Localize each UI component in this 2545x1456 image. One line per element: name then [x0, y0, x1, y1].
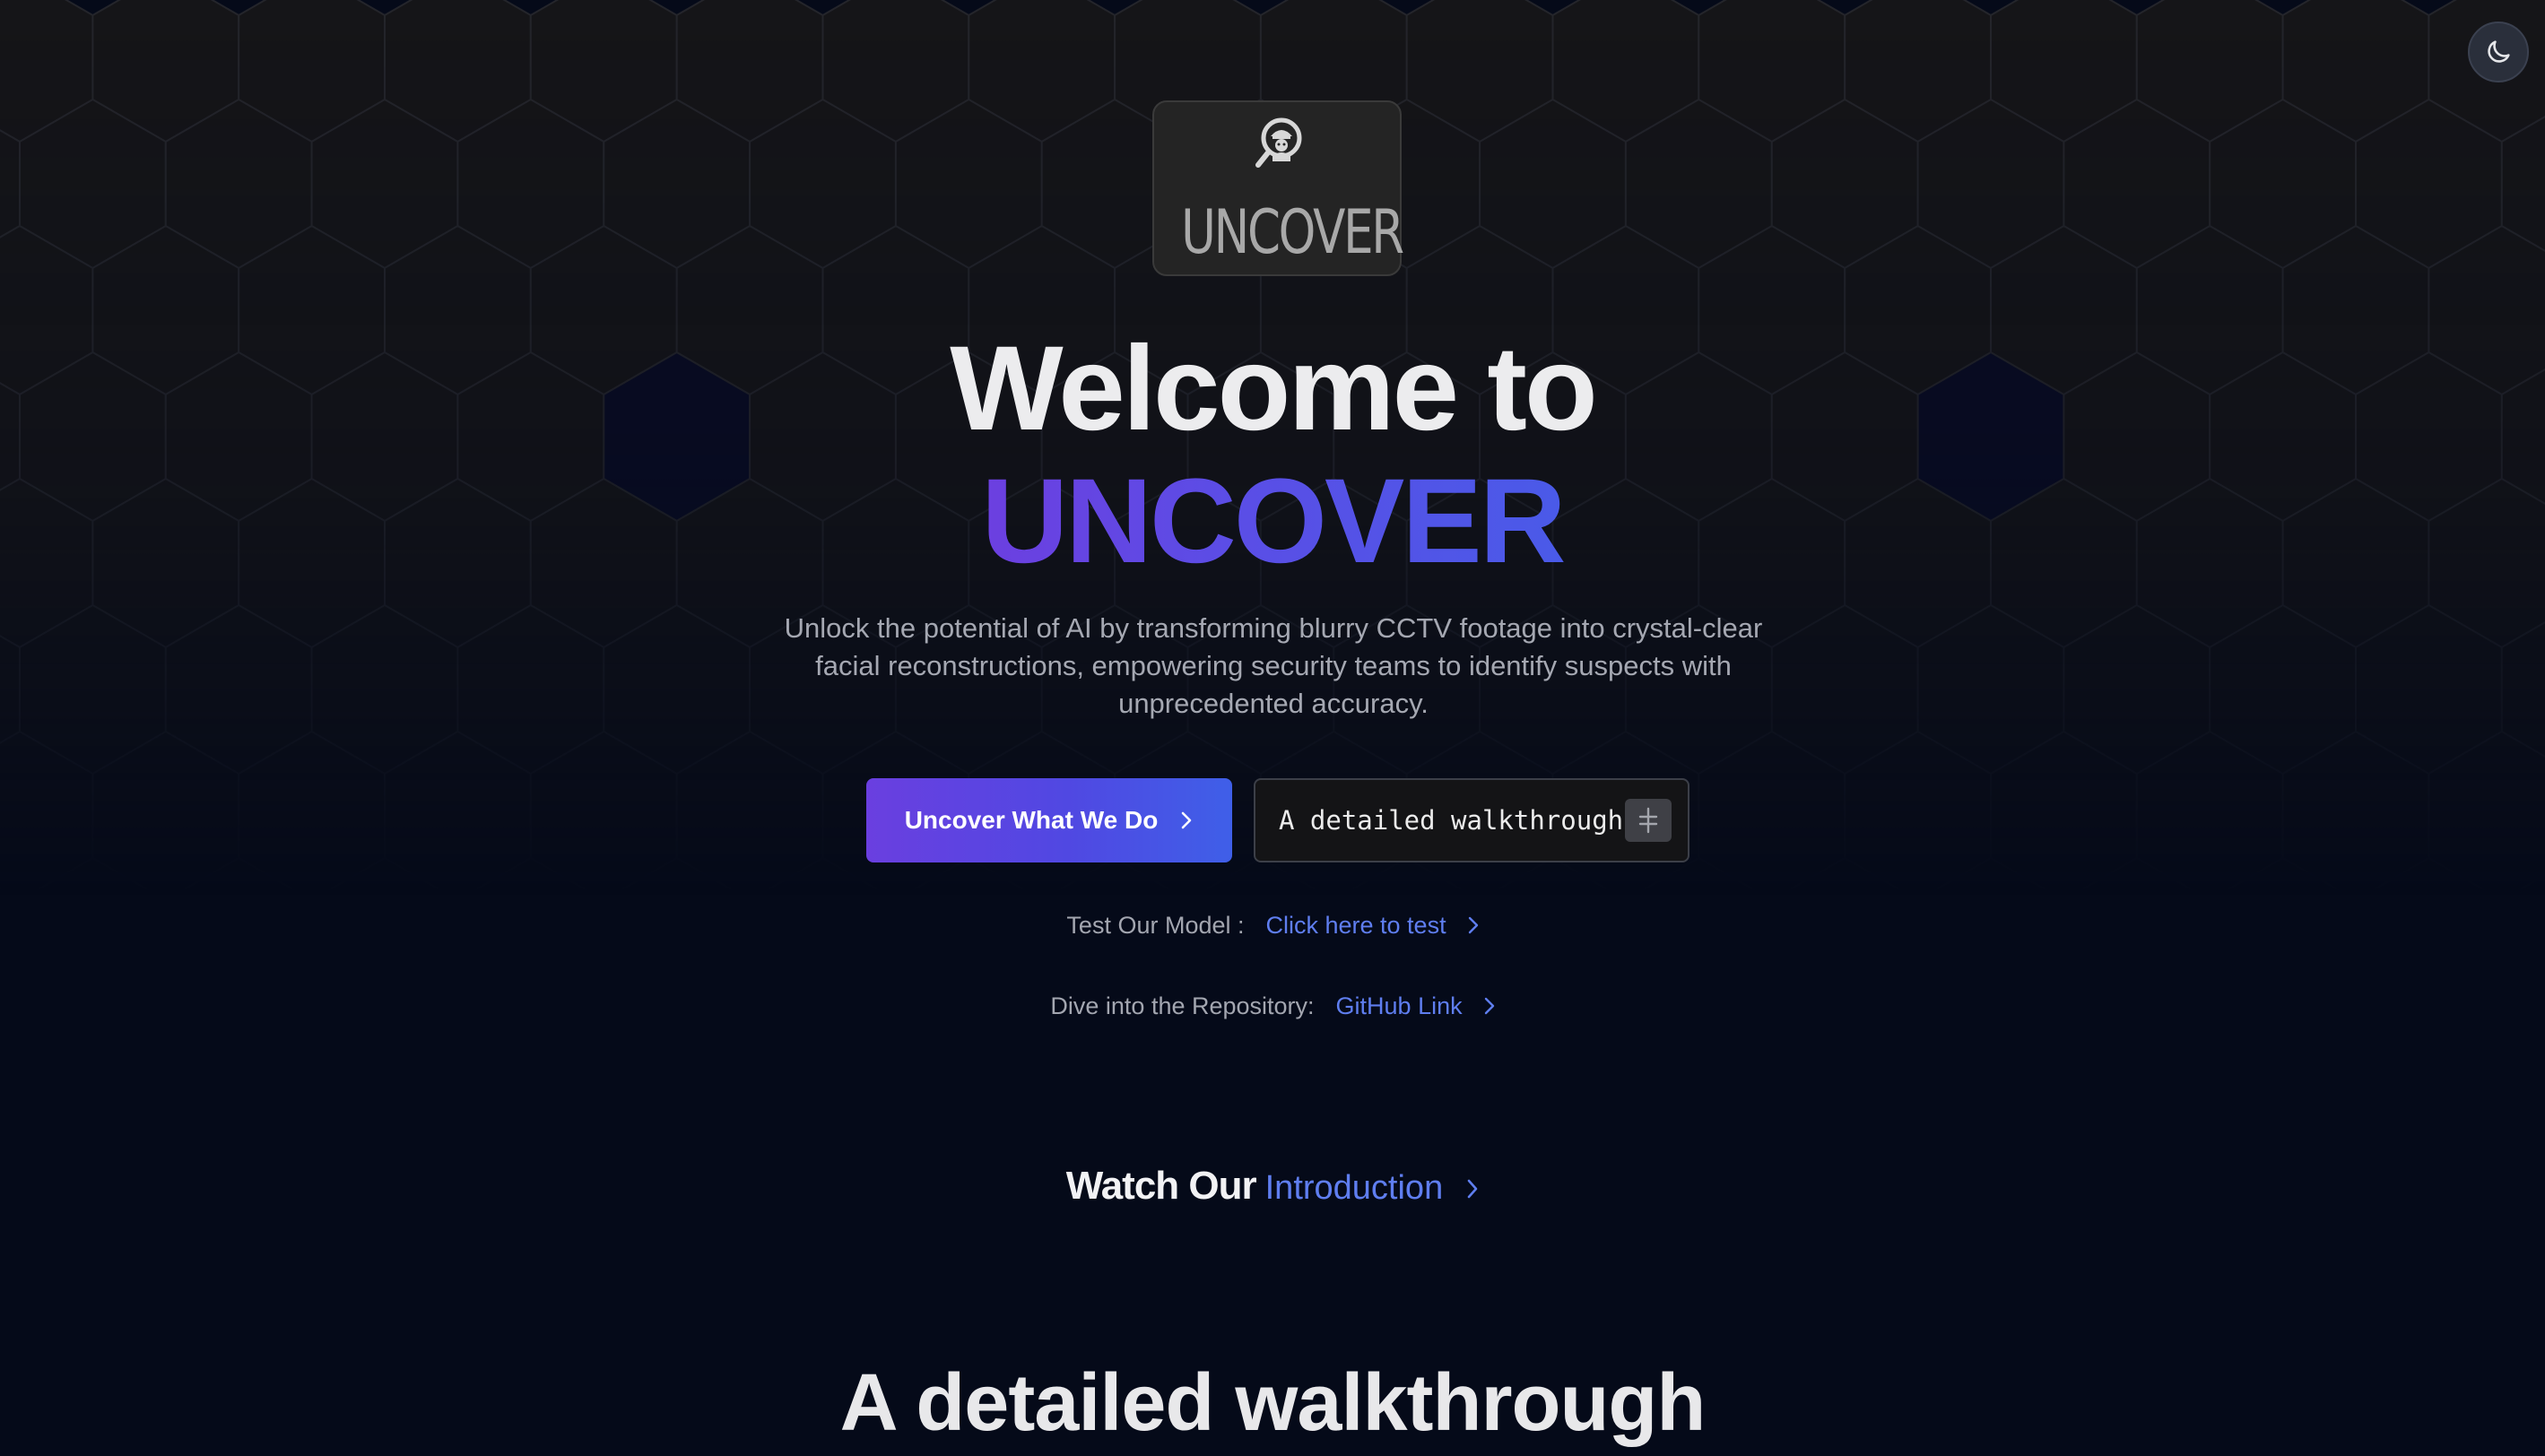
secondary-button-label: A detailed walkthrough — [1279, 805, 1624, 836]
hero-title-brand: UNCOVER — [981, 455, 1566, 588]
detective-magnifier-icon — [1255, 117, 1302, 168]
github-link[interactable]: GitHub Link — [1336, 992, 1495, 1020]
copy-icon[interactable] — [1625, 799, 1672, 842]
chevron-right-icon — [1467, 1179, 1478, 1198]
watch-prefix: Watch Our — [1065, 1164, 1257, 1208]
uncover-what-we-do-button[interactable]: Uncover What We Do — [866, 778, 1232, 862]
test-model-row: Test Our Model : Click here to test — [0, 906, 2545, 945]
test-model-link[interactable]: Click here to test — [1266, 912, 1479, 940]
theme-toggle-button[interactable] — [2468, 22, 2529, 82]
watch-introduction-heading: Watch Our Introduction — [0, 1164, 2545, 1209]
moon-icon — [2488, 40, 2510, 63]
test-model-label: Test Our Model : — [1066, 911, 1245, 939]
repository-row: Dive into the Repository: GitHub Link — [0, 986, 2545, 1026]
test-model-link-text: Click here to test — [1265, 911, 1446, 939]
section-title: A detailed walkthrough — [839, 1358, 1707, 1448]
primary-button-label: Uncover What We Do — [904, 806, 1159, 834]
chevron-right-icon — [1468, 916, 1478, 934]
introduction-link[interactable]: Introduction — [1265, 1169, 1480, 1208]
chevron-right-icon — [1182, 811, 1192, 829]
repository-label: Dive into the Repository: — [1050, 992, 1315, 1019]
hero-title: Welcome to UNCOVER — [0, 323, 2545, 588]
walkthrough-copy-button[interactable]: A detailed walkthrough — [1254, 778, 1689, 862]
hero-subtitle: Unlock the potential of AI by transformi… — [784, 612, 1763, 719]
hero-title-line-1: Welcome to — [950, 322, 1598, 455]
uncover-logo: UNCOVER — [1152, 100, 1404, 276]
github-link-text: GitHub Link — [1335, 992, 1463, 1019]
introduction-link-text: Introduction — [1264, 1169, 1444, 1207]
logo-wordmark: UNCOVER — [1181, 197, 1404, 268]
chevron-right-icon — [1484, 997, 1494, 1015]
